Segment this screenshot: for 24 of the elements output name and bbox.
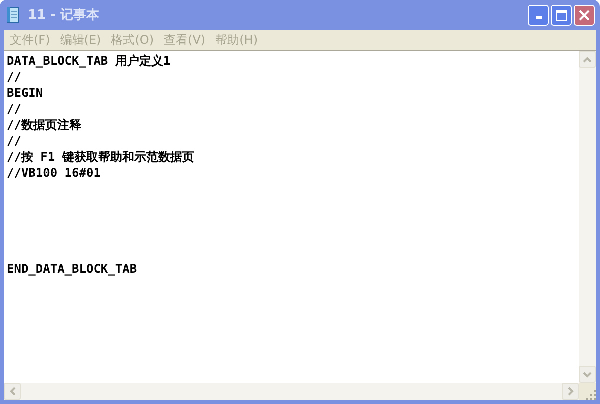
text-line: // bbox=[7, 101, 22, 117]
text-line: // bbox=[7, 69, 22, 85]
menu-item[interactable]: 查看(V) bbox=[160, 32, 212, 48]
vertical-scrollbar[interactable] bbox=[579, 51, 596, 383]
menu-item[interactable]: 编辑(E) bbox=[56, 32, 108, 48]
maximize-button[interactable] bbox=[551, 4, 572, 26]
menu-item[interactable]: 帮助(H) bbox=[212, 32, 264, 48]
horizontal-scrollbar[interactable] bbox=[4, 383, 579, 400]
text-line: BEGIN bbox=[7, 85, 44, 101]
text-line: // bbox=[7, 133, 22, 149]
menu-item[interactable]: 文件(F) bbox=[6, 32, 56, 48]
close-icon bbox=[579, 10, 590, 20]
window-title: 11 - 记事本 bbox=[28, 7, 100, 24]
close-button[interactable] bbox=[574, 4, 595, 26]
text-line: DATA_BLOCK_TAB 用户定义1 bbox=[7, 53, 172, 69]
text-line: //按 F1 键获取帮助和示范数据页 bbox=[7, 149, 196, 165]
menu-item[interactable]: 格式(O) bbox=[107, 32, 160, 48]
text-line: END_DATA_BLOCK_TAB bbox=[7, 261, 138, 277]
resize-grip-icon[interactable] bbox=[584, 388, 596, 400]
text-line: //VB100 16#01 bbox=[7, 165, 102, 181]
text-line: //数据页注释 bbox=[7, 117, 82, 133]
maximize-icon bbox=[556, 10, 567, 20]
minimize-button[interactable] bbox=[528, 4, 549, 26]
notepad-icon bbox=[6, 6, 22, 24]
